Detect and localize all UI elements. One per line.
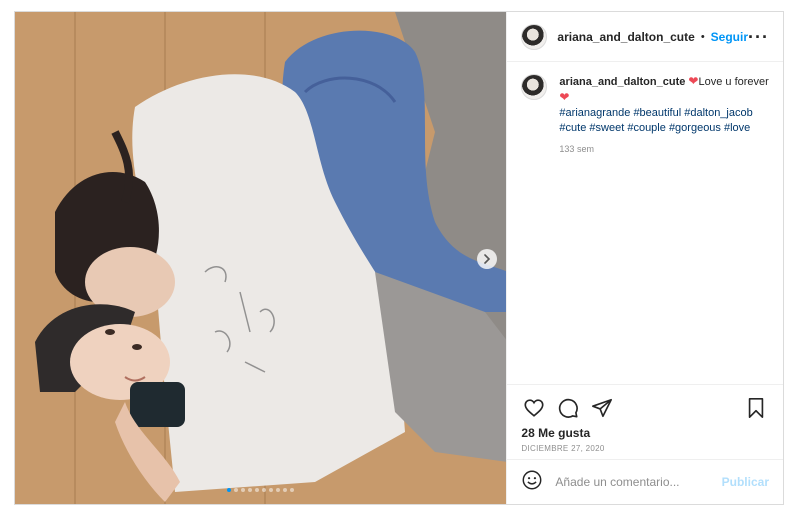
hashtag-list: #arianagrande #beautiful #dalton_jacob #… xyxy=(559,106,769,136)
caption: ariana_and_dalton_cute ❤Love u forever ❤… xyxy=(521,74,769,157)
heart-icon[interactable] xyxy=(521,395,547,421)
caption-username[interactable]: ariana_and_dalton_cute xyxy=(559,76,685,88)
carousel-dot xyxy=(241,488,246,492)
comment-icon[interactable] xyxy=(555,395,581,421)
carousel-dot xyxy=(262,488,267,492)
couple-photo xyxy=(15,12,507,504)
paper-plane-icon[interactable] xyxy=(589,395,615,421)
more-options-icon[interactable]: ··· xyxy=(748,28,769,46)
separator-dot: • xyxy=(700,30,705,43)
heart-emoji-icon: ❤ xyxy=(688,74,699,88)
heart-emoji-icon: ❤ xyxy=(559,90,570,104)
emoji-icon[interactable] xyxy=(521,469,543,496)
caption-time: 133 sem xyxy=(559,144,594,154)
carousel-dot xyxy=(234,488,239,492)
chevron-right-icon xyxy=(484,254,491,264)
post-sidebar: ariana_and_dalton_cute • Seguir ··· aria… xyxy=(506,12,783,504)
carousel-dot xyxy=(283,488,288,492)
hashtag-link[interactable]: #arianagrande xyxy=(559,107,630,119)
carousel-indicators xyxy=(15,488,506,492)
post-photo[interactable] xyxy=(15,12,507,504)
caption-body: ariana_and_dalton_cute ❤Love u forever ❤… xyxy=(559,74,769,157)
carousel-dot xyxy=(290,488,295,492)
carousel-dot xyxy=(276,488,281,492)
post-date: DICIEMBRE 27, 2020 xyxy=(521,444,605,453)
hashtag-link[interactable]: #beautiful xyxy=(633,107,681,119)
hashtag-link[interactable]: #cute xyxy=(559,122,586,134)
caption-avatar[interactable] xyxy=(521,74,548,100)
likes-count[interactable]: 28 Me gusta xyxy=(521,426,769,440)
hashtag-link[interactable]: #dalton_jacob xyxy=(684,107,753,119)
follow-button[interactable]: Seguir xyxy=(711,30,748,44)
publish-button[interactable]: Publicar xyxy=(722,475,769,489)
carousel-dot xyxy=(269,488,274,492)
comments-section: ariana_and_dalton_cute ❤Love u forever ❤… xyxy=(507,62,783,384)
post-header: ariana_and_dalton_cute • Seguir ··· xyxy=(507,12,783,62)
action-bar xyxy=(521,395,769,421)
carousel-dot xyxy=(227,488,232,492)
hashtag-link[interactable]: #love xyxy=(724,122,750,134)
bookmark-icon[interactable] xyxy=(743,395,769,421)
hashtag-link[interactable]: #sweet xyxy=(589,122,624,134)
avatar[interactable] xyxy=(521,23,548,50)
carousel-dot xyxy=(248,488,253,492)
hashtag-link[interactable]: #couple xyxy=(627,122,666,134)
post-container: ariana_and_dalton_cute • Seguir ··· aria… xyxy=(14,11,784,505)
header-username[interactable]: ariana_and_dalton_cute xyxy=(557,30,694,44)
carousel-dot xyxy=(255,488,260,492)
comment-form: Publicar xyxy=(507,459,783,504)
caption-text: Love u forever xyxy=(698,76,769,88)
comment-input[interactable] xyxy=(555,475,722,489)
hashtag-link[interactable]: #gorgeous xyxy=(669,122,721,134)
actions-area: 28 Me gusta DICIEMBRE 27, 2020 xyxy=(507,384,783,459)
